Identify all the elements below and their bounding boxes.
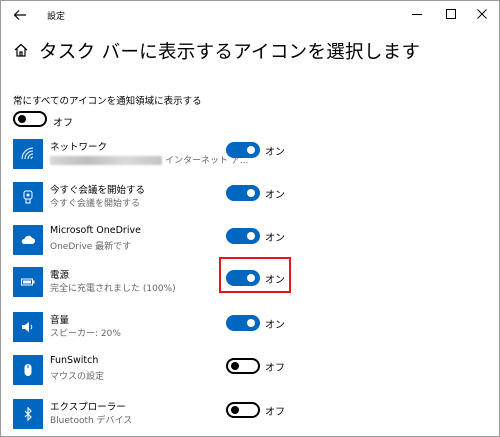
toggle-knob xyxy=(247,232,255,240)
always-show-state: オフ xyxy=(53,118,73,129)
item-sub: インターネット ア... xyxy=(50,153,248,166)
item-sub: 完全に充電されました (100%) xyxy=(50,284,176,294)
speaker-icon xyxy=(13,312,43,342)
maximize-icon[interactable] xyxy=(443,6,459,22)
toggle-knob xyxy=(231,406,239,414)
network-icon xyxy=(13,139,43,169)
home-icon[interactable] xyxy=(13,42,29,58)
item-sub: マウスの設定 xyxy=(50,372,105,382)
item-name: エクスプローラー xyxy=(50,402,126,413)
page-header: タスク バーに表示するアイコンを選択します xyxy=(13,38,493,68)
item-sub: スピーカー: 20% xyxy=(50,329,121,339)
item-name: ネットワーク xyxy=(50,142,108,153)
window-title: 設定 xyxy=(47,12,66,22)
funswitch-toggle[interactable] xyxy=(226,358,260,374)
item-state: オン xyxy=(265,147,285,158)
minimize-icon[interactable] xyxy=(409,6,425,22)
meet-now-icon xyxy=(13,182,43,212)
toggle-knob xyxy=(247,319,255,327)
arrow-left-icon[interactable] xyxy=(13,7,27,21)
list-item-volume: 音量 スピーカー: 20% オン xyxy=(13,312,493,348)
item-state: オン xyxy=(265,320,285,331)
always-show-toggle[interactable] xyxy=(13,111,47,127)
item-name: 音量 xyxy=(50,315,70,326)
toggle-knob xyxy=(247,189,255,197)
always-show-label: 常にすべてのアイコンを通知領域に表示する xyxy=(13,96,202,107)
list-item-onedrive: Microsoft OneDrive OneDrive 最新です オン xyxy=(13,225,493,261)
redacted-network-name xyxy=(50,156,162,165)
item-state: オフ xyxy=(265,407,285,418)
item-sub: 今すぐ会議を開始する xyxy=(50,199,141,209)
close-icon[interactable] xyxy=(474,6,490,22)
toggle-knob xyxy=(231,362,239,370)
page-title: タスク バーに表示するアイコンを選択します xyxy=(39,42,421,63)
bluetooth-icon xyxy=(13,399,43,429)
list-item-funswitch: FunSwitch マウスの設定 オフ xyxy=(13,355,493,391)
settings-window: 設定 タスク バーに表示するアイコンを選択します 常にすべてのアイコンを通知領域… xyxy=(0,0,500,437)
toggle-knob xyxy=(247,146,255,154)
network-toggle[interactable] xyxy=(226,142,260,158)
onedrive-toggle[interactable] xyxy=(226,228,260,244)
meet-now-toggle[interactable] xyxy=(226,185,260,201)
highlight-box xyxy=(219,257,291,293)
list-item-network: ネットワーク インターネット ア... オン xyxy=(13,139,493,175)
battery-icon xyxy=(13,267,43,297)
item-name: 電源 xyxy=(50,270,70,281)
item-state: オン xyxy=(265,190,285,201)
mouse-icon xyxy=(13,355,43,385)
item-sub: OneDrive 最新です xyxy=(50,242,132,252)
title-bar: 設定 xyxy=(1,1,500,27)
item-state: オン xyxy=(265,233,285,244)
explorer-toggle[interactable] xyxy=(226,402,260,418)
toggle-knob xyxy=(18,115,26,123)
cloud-icon xyxy=(13,225,43,255)
list-item-explorer: エクスプローラー Bluetooth デバイス オフ xyxy=(13,399,493,435)
item-sub: Bluetooth デバイス xyxy=(50,416,133,426)
item-name: Microsoft OneDrive xyxy=(50,225,141,236)
list-item-meet-now: 今すぐ会議を開始する 今すぐ会議を開始する オン xyxy=(13,182,493,218)
item-name: FunSwitch xyxy=(50,355,99,366)
item-state: オフ xyxy=(265,363,285,374)
item-name: 今すぐ会議を開始する xyxy=(50,185,146,196)
volume-toggle[interactable] xyxy=(226,315,260,331)
